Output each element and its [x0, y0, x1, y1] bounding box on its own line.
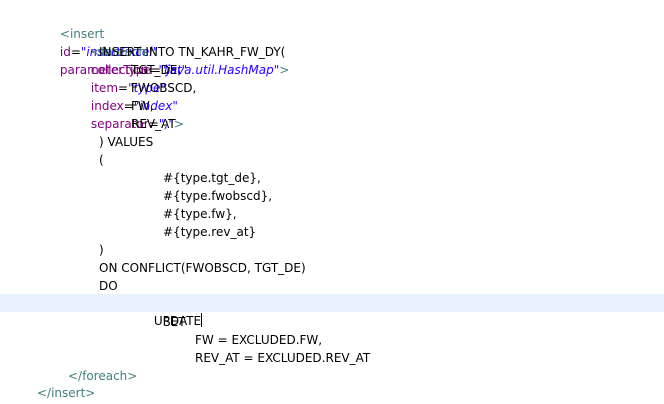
code-line: FWOBSCD,	[0, 79, 664, 97]
sql-text: #{type.tgt_de},	[163, 171, 261, 185]
sql-text: )	[99, 243, 104, 257]
sql-text: ) VALUES	[99, 135, 154, 149]
sql-text: #{type.rev_at}	[163, 225, 257, 239]
sql-text: FWOBSCD,	[131, 81, 197, 95]
code-line: REV_AT	[0, 115, 664, 133]
code-line: )	[0, 241, 664, 259]
sql-text: #{type.fwobscd},	[163, 189, 273, 203]
code-line: #{type.tgt_de},	[0, 169, 664, 187]
code-line: INSERT INTO TN_KAHR_FW_DY(	[0, 43, 664, 61]
sql-text: REV_AT	[131, 117, 176, 131]
sql-text: FW = EXCLUDED.FW,	[195, 333, 323, 347]
current-line[interactable]: UPDATE	[0, 294, 664, 328]
sql-text: REV_AT = EXCLUDED.REV_AT	[195, 351, 371, 365]
sql-text: (	[99, 153, 104, 167]
sql-text: TGT_DE,	[131, 63, 182, 77]
code-line: TGT_DE,	[0, 61, 664, 79]
code-line: DO	[0, 277, 664, 295]
code-line: <insert id="insertExcel" parameterType="…	[59, 27, 290, 77]
code-line: (	[0, 151, 664, 169]
sql-text: INSERT INTO TN_KAHR_FW_DY(	[99, 45, 286, 59]
code-line: FW,	[0, 97, 664, 115]
sql-text: #{type.fw},	[163, 207, 237, 221]
sql-text: DO	[99, 279, 118, 293]
code-line: #{type.fwobscd},	[0, 187, 664, 205]
sql-text: ON CONFLICT(FWOBSCD, TGT_DE)	[99, 261, 306, 275]
code-line: SET	[0, 313, 664, 331]
code-line: </insert>	[0, 384, 664, 402]
code-line: REV_AT = EXCLUDED.REV_AT	[0, 349, 664, 367]
code-line: ON CONFLICT(FWOBSCD, TGT_DE)	[0, 259, 664, 277]
code-editor[interactable]: <insert id="insertExcel" parameterType="…	[0, 0, 664, 404]
xml-close-tag: </insert>	[37, 386, 96, 400]
xml-close-tag: </foreach>	[68, 369, 138, 383]
code-line: <foreach collection="list" item="type" i…	[90, 45, 188, 131]
sql-text: SET	[163, 315, 186, 329]
code-line: ) VALUES	[0, 133, 664, 151]
code-line: FW = EXCLUDED.FW,	[0, 331, 664, 349]
code-line: #{type.rev_at}	[0, 223, 664, 241]
sql-text: FW,	[131, 99, 154, 113]
code-line: </foreach>	[0, 367, 664, 385]
code-line: #{type.fw},	[0, 205, 664, 223]
